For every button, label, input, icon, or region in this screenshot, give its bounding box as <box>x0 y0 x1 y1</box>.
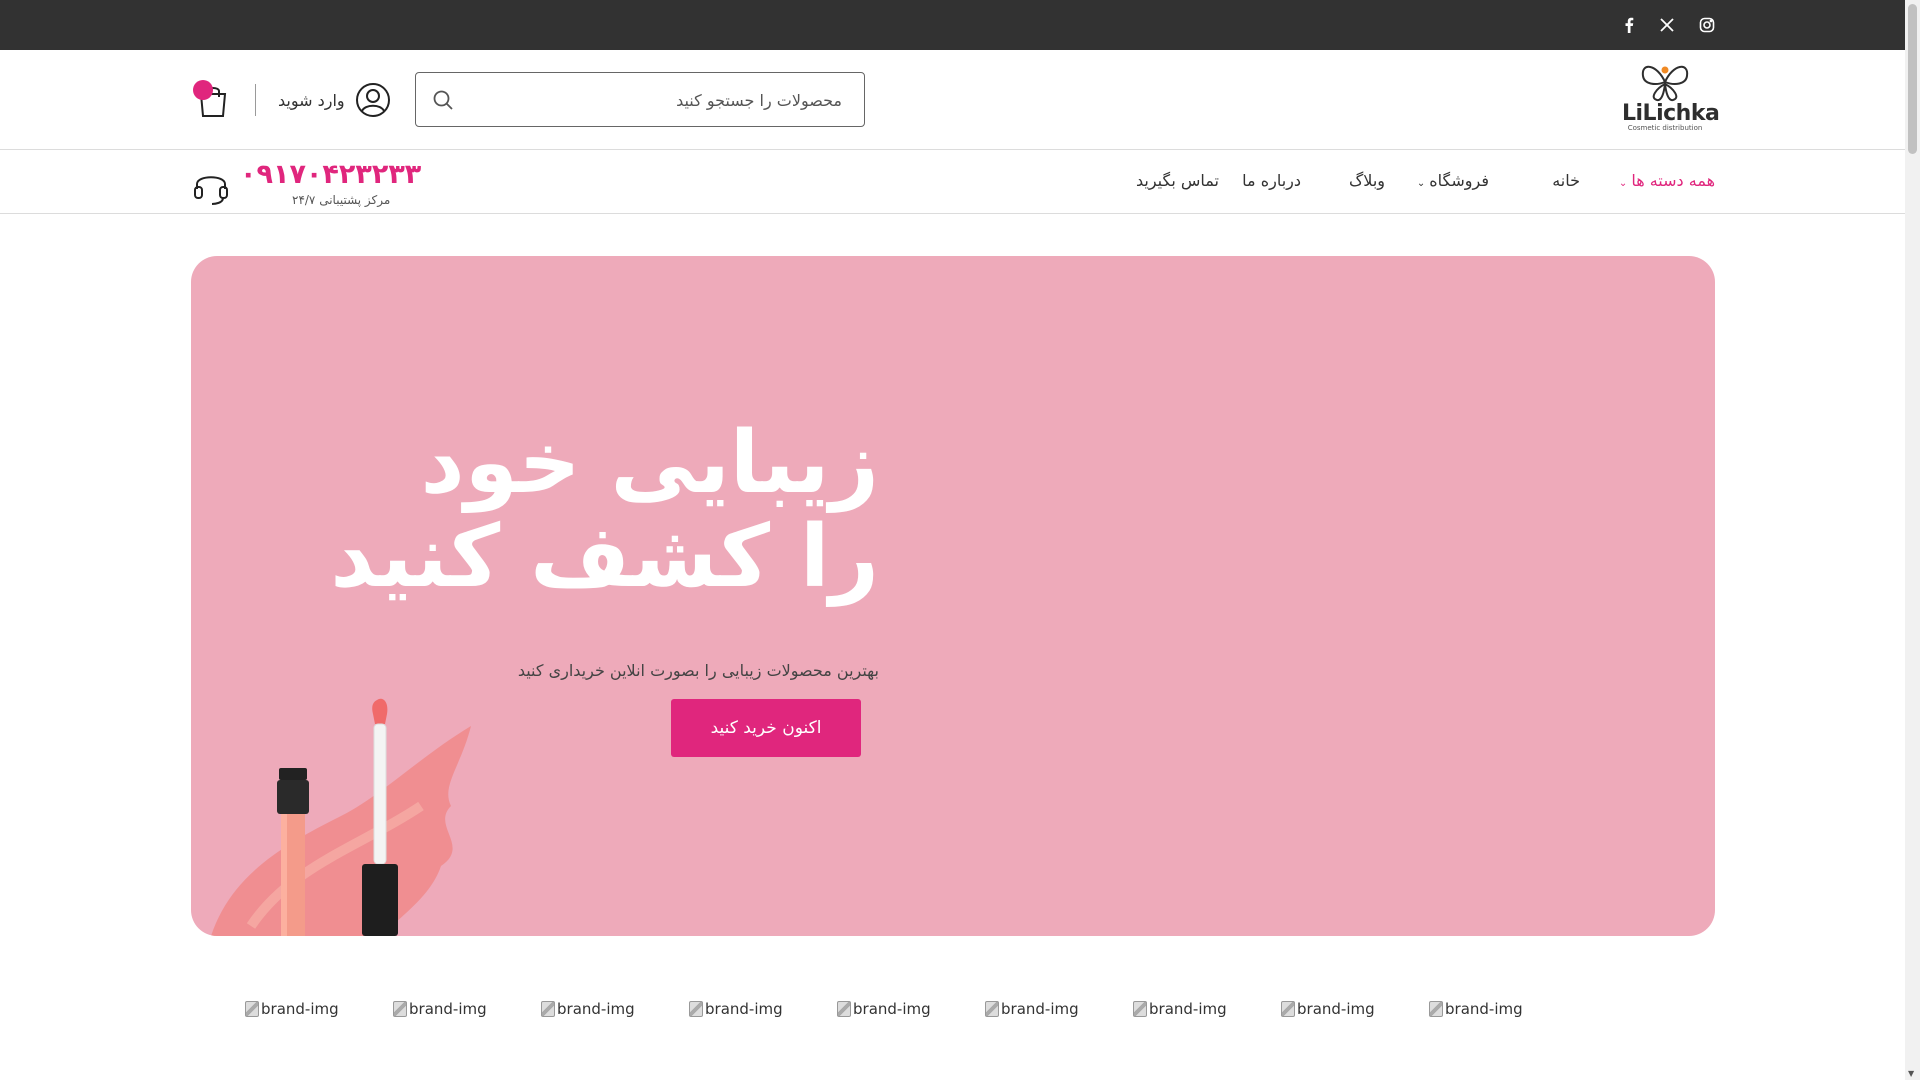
nav-shop-label: فروشگاه <box>1429 171 1489 190</box>
scroll-down-arrow-icon[interactable]: ▼ <box>1908 1069 1914 1078</box>
chevron-down-icon: ⌄ <box>1618 178 1628 189</box>
brand-alt: brand-img <box>1001 1000 1079 1018</box>
lip-gloss-image <box>211 698 471 936</box>
brand-alt: brand-img <box>1297 1000 1375 1018</box>
brand-logo[interactable]: brand-img <box>245 1000 339 1018</box>
broken-image-icon <box>985 1001 999 1017</box>
headset-icon <box>194 176 228 205</box>
broken-image-icon <box>689 1001 703 1017</box>
broken-image-icon <box>1429 1001 1443 1017</box>
header-divider <box>255 84 256 116</box>
brand-alt: brand-img <box>705 1000 783 1018</box>
nav-shop[interactable]: فروشگاه⌄ <box>1417 171 1489 190</box>
brand-logo[interactable]: brand-img <box>541 1000 635 1018</box>
user-icon <box>355 83 390 117</box>
top-bar <box>0 0 1905 50</box>
hero-title: زیبایی خود را کشف کنید <box>330 413 879 607</box>
site-logo[interactable]: LiLichka Cosmetic distribution <box>1622 60 1720 140</box>
x-twitter-icon[interactable] <box>1655 13 1679 37</box>
nav-all-categories[interactable]: همه دسته ها⌄ <box>1619 171 1715 190</box>
brand-logo[interactable]: brand-img <box>393 1000 487 1018</box>
logo-tagline: Cosmetic distribution <box>1627 124 1703 132</box>
broken-image-icon <box>393 1001 407 1017</box>
site-header: LiLichka Cosmetic distribution وارد شوید <box>0 50 1905 150</box>
chevron-down-icon: ⌄ <box>1416 178 1426 189</box>
nav-contact[interactable]: تماس بگیرید <box>1136 171 1219 190</box>
brands-row: brand-img brand-img brand-img brand-img … <box>191 990 1715 1030</box>
cart-button[interactable] <box>193 80 233 120</box>
broken-image-icon <box>837 1001 851 1017</box>
brand-logo[interactable]: brand-img <box>837 1000 931 1018</box>
brand-logo[interactable]: brand-img <box>985 1000 1079 1018</box>
brand-alt: brand-img <box>1445 1000 1523 1018</box>
search-box <box>415 72 865 127</box>
nav-blog[interactable]: وبلاگ <box>1349 171 1385 190</box>
nav-home[interactable]: خانه <box>1552 171 1580 190</box>
butterfly-logo-icon <box>1641 66 1689 102</box>
logo-wordmark: LiLichka <box>1622 101 1720 126</box>
scroll-thumb[interactable] <box>1908 4 1917 154</box>
brand-logo[interactable]: brand-img <box>1133 1000 1227 1018</box>
brand-alt: brand-img <box>261 1000 339 1018</box>
support-phone[interactable]: ۰۹۱۷۰۴۲۳۲۳۳ <box>240 159 421 190</box>
nav-blog-label: وبلاگ <box>1348 171 1385 190</box>
broken-image-icon <box>1133 1001 1147 1017</box>
broken-image-icon <box>1281 1001 1295 1017</box>
support-label: مرکز پشتیبانی ۲۴/۷ <box>292 193 391 207</box>
brand-alt: brand-img <box>1149 1000 1227 1018</box>
brand-alt: brand-img <box>557 1000 635 1018</box>
nav-about[interactable]: درباره ما <box>1242 171 1301 190</box>
search-icon[interactable] <box>431 88 455 112</box>
instagram-icon[interactable] <box>1695 13 1719 37</box>
page-scrollbar[interactable]: ▼ <box>1905 0 1920 1080</box>
brand-alt: brand-img <box>409 1000 487 1018</box>
shop-now-button[interactable]: اکنون خرید کنید <box>671 699 861 757</box>
nav-about-label: درباره ما <box>1242 171 1301 190</box>
brand-logo[interactable]: brand-img <box>1429 1000 1523 1018</box>
nav-contact-label: تماس بگیرید <box>1136 171 1219 190</box>
nav-home-label: خانه <box>1552 171 1580 190</box>
facebook-icon[interactable] <box>1617 13 1641 37</box>
broken-image-icon <box>245 1001 259 1017</box>
login-label: وارد شوید <box>278 90 345 110</box>
hero-subtitle: بهترین محصولات زیبایی را بصورت انلاین خر… <box>517 661 879 680</box>
nav-all-categories-label: همه دسته ها <box>1631 171 1715 190</box>
brand-alt: brand-img <box>853 1000 931 1018</box>
brand-logo[interactable]: brand-img <box>1281 1000 1375 1018</box>
hero-banner: زیبایی خود را کشف کنید بهترین محصولات زی… <box>191 256 1715 936</box>
broken-image-icon <box>541 1001 555 1017</box>
login-link[interactable]: وارد شوید <box>278 82 391 118</box>
search-input[interactable] <box>512 87 842 113</box>
main-nav: همه دسته ها⌄ خانه فروشگاه⌄ وبلاگ درباره … <box>0 151 1905 214</box>
cart-badge <box>193 80 213 100</box>
brand-logo[interactable]: brand-img <box>689 1000 783 1018</box>
